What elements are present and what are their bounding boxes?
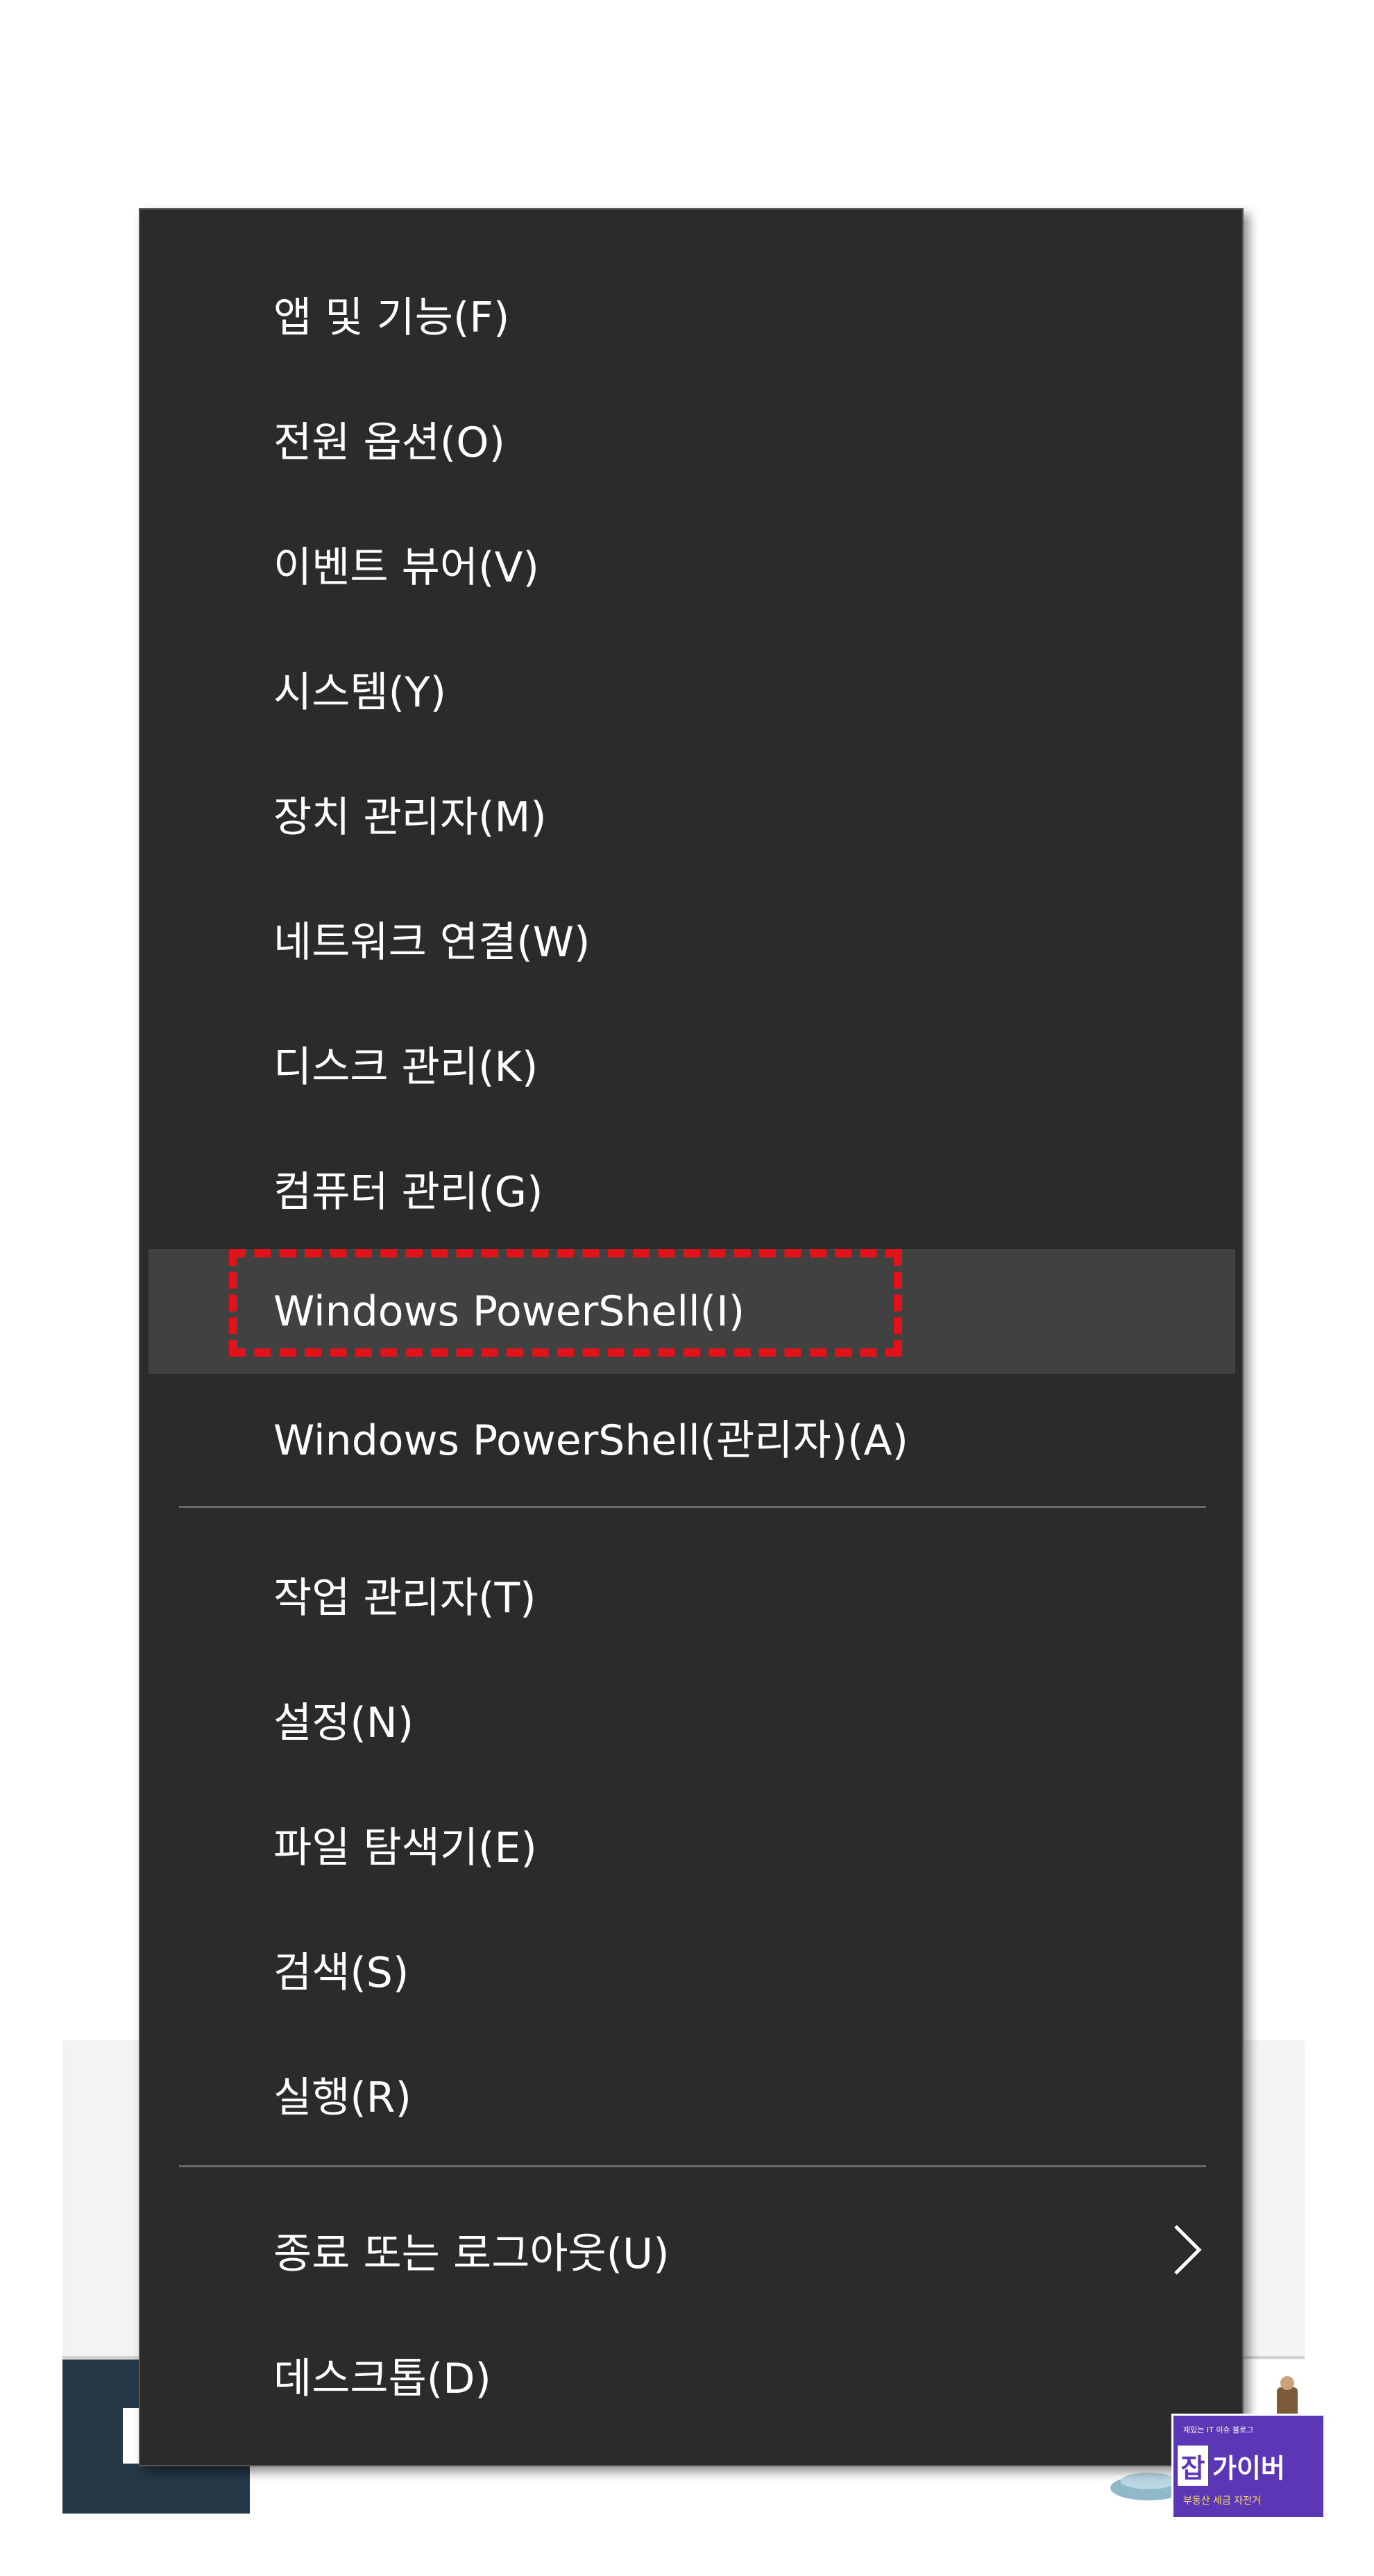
menu-item-network-connections[interactable]: 네트워크 연결(W) [149,876,1235,1001]
watermark-main: 잡 가이버 [1178,2443,1321,2488]
menu-item-task-manager[interactable]: 작업 관리자(T) [149,1532,1235,1656]
menu-item-device-manager[interactable]: 장치 관리자(M) [149,751,1235,876]
menu-item-power-options[interactable]: 전원 옵션(O) [149,376,1235,501]
watermark-top-text: 재밌는 IT 이슈 블로그 [1183,2425,1254,2434]
menu-item-computer-management[interactable]: 컴퓨터 관리(G) [149,1126,1235,1251]
blog-watermark-logo: 재밌는 IT 이슈 블로그 잡 가이버 부동산 세금 자전거 [1171,2414,1325,2519]
menu-item-windows-powershell-admin[interactable]: Windows PowerShell(관리자)(A) [149,1374,1235,1499]
chevron-right-icon [1174,2225,1202,2275]
menu-item-event-viewer[interactable]: 이벤트 뷰어(V) [149,501,1235,626]
menu-item-system[interactable]: 시스템(Y) [149,626,1235,751]
menu-item-settings[interactable]: 설정(N) [149,1656,1235,1781]
menu-item-desktop[interactable]: 데스크톱(D) [149,2312,1235,2437]
menu-separator [179,1506,1206,1508]
menu-item-search[interactable]: 검색(S) [149,1906,1235,2031]
watermark-main-text: 가이버 [1212,2452,1285,2484]
watermark-square: 잡 [1178,2446,1208,2486]
menu-item-disk-management[interactable]: 디스크 관리(K) [149,1001,1235,1126]
watermark-bottom-text: 부동산 세금 자전거 [1183,2496,1261,2507]
highlight-annotation-box [229,1249,902,1357]
menu-item-apps-and-features[interactable]: 앱 및 기능(F) [149,251,1235,376]
menu-item-run[interactable]: 실행(R) [149,2031,1235,2156]
menu-item-shut-down-or-sign-out[interactable]: 종료 또는 로그아웃(U) [149,2187,1235,2312]
menu-item-file-explorer[interactable]: 파일 탐색기(E) [149,1781,1235,1906]
menu-separator [179,2165,1206,2167]
menu-item-label: 종료 또는 로그아웃(U) [273,2229,670,2278]
